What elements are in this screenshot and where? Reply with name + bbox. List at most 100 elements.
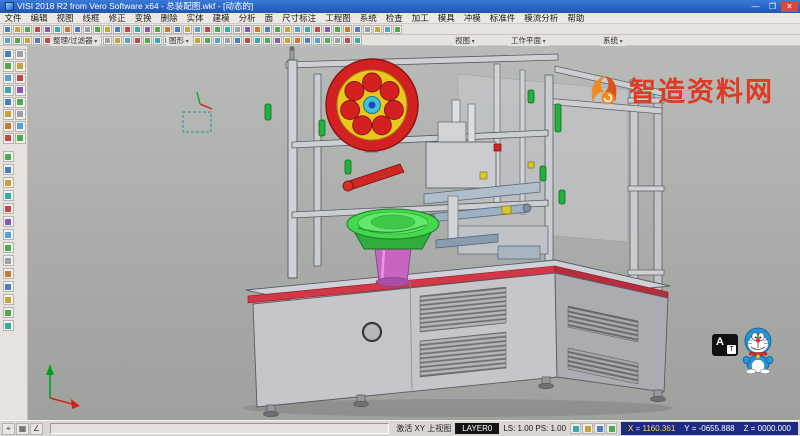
- menu-item[interactable]: 实体: [182, 13, 208, 24]
- menu-item[interactable]: 线框: [78, 13, 104, 24]
- toolbar-icon[interactable]: [63, 25, 72, 34]
- toolbar-icon[interactable]: [15, 73, 26, 84]
- menu-item[interactable]: 分析: [234, 13, 260, 24]
- toolbar-icon[interactable]: [193, 36, 202, 45]
- toolbar-icon[interactable]: [133, 36, 142, 45]
- snap-toggle-icon[interactable]: ▦: [16, 423, 29, 435]
- toolbar-icon[interactable]: [43, 25, 52, 34]
- toolbar-icon[interactable]: [15, 109, 26, 120]
- menu-item[interactable]: 尺寸标注: [278, 13, 321, 24]
- toolbar-icon[interactable]: [203, 25, 212, 34]
- toolbar-icon[interactable]: [23, 25, 32, 34]
- toolbar-icon[interactable]: [103, 36, 112, 45]
- menu-item[interactable]: 视图: [52, 13, 78, 24]
- menu-item[interactable]: 模流分析: [520, 13, 563, 24]
- menu-item[interactable]: 加工: [407, 13, 433, 24]
- toolbar-icon[interactable]: [3, 307, 14, 318]
- toolbar-icon[interactable]: [303, 25, 312, 34]
- toolbar-icon[interactable]: [3, 294, 14, 305]
- toolbar-icon[interactable]: [15, 61, 26, 72]
- toolbar-icon[interactable]: [73, 25, 82, 34]
- toolbar-icon[interactable]: [15, 121, 26, 132]
- toolbar-icon[interactable]: [93, 25, 102, 34]
- menu-item[interactable]: 面: [260, 13, 278, 24]
- toolbar-icon[interactable]: [263, 25, 272, 34]
- status-icon[interactable]: [594, 423, 605, 434]
- toolbar-icon[interactable]: [253, 36, 262, 45]
- toolbar-icon[interactable]: [3, 121, 14, 132]
- ime-indicator[interactable]: A T: [712, 334, 738, 356]
- menu-item[interactable]: 标准件: [485, 13, 520, 24]
- menu-item[interactable]: 系统: [355, 13, 381, 24]
- menu-item[interactable]: 编辑: [26, 13, 52, 24]
- toolbar-icon[interactable]: [113, 25, 122, 34]
- toolbar-icon[interactable]: [3, 133, 14, 144]
- toolbar-icon[interactable]: [143, 36, 152, 45]
- toolbar-icon[interactable]: [253, 25, 262, 34]
- toolbar-icon[interactable]: [153, 36, 162, 45]
- toolbar-icon[interactable]: [15, 49, 26, 60]
- toolbar-icon[interactable]: [293, 25, 302, 34]
- toolbar-icon[interactable]: [383, 25, 392, 34]
- toolbar-icon[interactable]: [33, 25, 42, 34]
- toolbar-icon[interactable]: [3, 177, 14, 188]
- toolbar-icon[interactable]: [233, 25, 242, 34]
- toolbar-icon[interactable]: [273, 36, 282, 45]
- toolbar-icon[interactable]: [15, 97, 26, 108]
- toolbar-icon[interactable]: [153, 25, 162, 34]
- toolbar-icon[interactable]: [203, 36, 212, 45]
- toolbar-icon[interactable]: [23, 36, 32, 45]
- toolbar-icon[interactable]: [163, 25, 172, 34]
- toolbar-icon[interactable]: [273, 25, 282, 34]
- toolbar-icon[interactable]: [213, 25, 222, 34]
- toolbar-icon[interactable]: [3, 49, 14, 60]
- app-icon[interactable]: [5, 2, 14, 11]
- toolbar-icon[interactable]: [333, 36, 342, 45]
- toolbar-icon[interactable]: [3, 151, 14, 162]
- toolbar-icon[interactable]: [193, 25, 202, 34]
- toolbar-icon[interactable]: [243, 25, 252, 34]
- menu-item[interactable]: 检查: [381, 13, 407, 24]
- snap-toggle-icon[interactable]: ⌖: [2, 423, 15, 435]
- toolbar-icon[interactable]: [303, 36, 312, 45]
- layer-badge[interactable]: LAYER0: [455, 423, 499, 434]
- toolbar-icon[interactable]: [3, 73, 14, 84]
- menu-item[interactable]: 工程图: [321, 13, 356, 24]
- toolbar-icon[interactable]: [223, 25, 232, 34]
- toolbar-icon[interactable]: [53, 25, 62, 34]
- menu-item[interactable]: 变换: [130, 13, 156, 24]
- toolbar-icon[interactable]: [3, 164, 14, 175]
- toolbar-icon[interactable]: [15, 85, 26, 96]
- toolbar-icon[interactable]: [173, 25, 182, 34]
- menu-item[interactable]: 模具: [433, 13, 459, 24]
- toolbar-icon[interactable]: [343, 25, 352, 34]
- toolbar-icon[interactable]: [3, 242, 14, 253]
- toolbar-icon[interactable]: [83, 25, 92, 34]
- toolbar-icon[interactable]: [3, 97, 14, 108]
- toolbar-icon[interactable]: [3, 216, 14, 227]
- toolbar-icon[interactable]: [373, 25, 382, 34]
- toolbar-icon[interactable]: [143, 25, 152, 34]
- status-icon[interactable]: [606, 423, 617, 434]
- toolbar-icon[interactable]: [353, 36, 362, 45]
- toolbar-icon[interactable]: [213, 36, 222, 45]
- toolbar-icon[interactable]: [15, 133, 26, 144]
- toolbar-icon[interactable]: [243, 36, 252, 45]
- toolbar-icon[interactable]: [123, 36, 132, 45]
- menu-item[interactable]: 文件: [0, 13, 26, 24]
- toolbar-icon[interactable]: [3, 203, 14, 214]
- toolbar-icon[interactable]: [3, 25, 12, 34]
- toolbar-icon[interactable]: [323, 36, 332, 45]
- toolbar-icon[interactable]: [3, 229, 14, 240]
- toolbar-icon[interactable]: [3, 268, 14, 279]
- toolbar-icon[interactable]: [103, 25, 112, 34]
- toolbar-icon[interactable]: [123, 25, 132, 34]
- toolbar-icon[interactable]: [293, 36, 302, 45]
- menu-item[interactable]: 帮助: [563, 13, 589, 24]
- status-icon[interactable]: [582, 423, 593, 434]
- toolbar-icon[interactable]: [3, 320, 14, 331]
- toolbar-icon[interactable]: [323, 25, 332, 34]
- toolbar-icon[interactable]: [353, 25, 362, 34]
- toolbar-icon[interactable]: [343, 36, 352, 45]
- minimize-button[interactable]: —: [747, 1, 764, 12]
